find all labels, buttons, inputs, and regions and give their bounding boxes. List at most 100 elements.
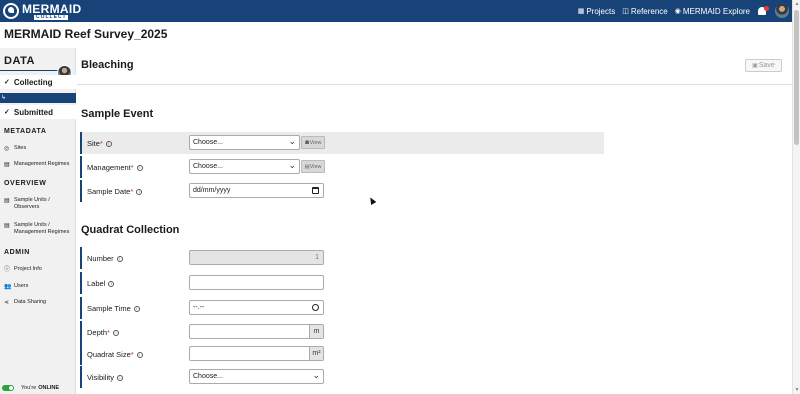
page-scrollbar[interactable]: ▲ ▼ [792, 0, 800, 394]
sample-date-label: Sample Date* i [87, 186, 143, 196]
sample-units-icon: ▤ [4, 198, 10, 204]
sample-time-label: Sample Time i [87, 304, 140, 313]
sidebar-active-subitem[interactable]: ↳ [0, 93, 76, 103]
sidebar-item-label: Data Sharing [14, 299, 47, 305]
explore-icon: ◉ [674, 8, 681, 15]
sidebar-section-admin: ADMIN [4, 249, 30, 256]
sidebar-section-metadata: METADATA [4, 128, 47, 135]
info-icon[interactable]: i [136, 351, 143, 358]
info-icon[interactable]: i [116, 255, 123, 262]
top-navbar: MERMAID COLLECT ▦ Projects ◫ Reference ◉… [0, 0, 800, 22]
sample-time-input[interactable]: --.-- [189, 300, 324, 315]
sidebar-item-users[interactable]: 👥 Users [4, 283, 74, 291]
quadrat-size-row: Quadrat Size* i m² [80, 343, 380, 365]
sidebar-item-data-sharing[interactable]: ⋖ Data Sharing [4, 299, 74, 307]
nav-explore-link[interactable]: ◉ MERMAID Explore [675, 7, 750, 16]
sample-time-label-text: Sample Time [87, 303, 131, 313]
sample-date-row: Sample Date* i dd/mm/yyyy [80, 180, 380, 202]
page-title: Bleaching [81, 59, 134, 71]
quadrat-collection-title: Quadrat Collection [81, 224, 180, 236]
info-icon[interactable]: i [116, 374, 123, 381]
online-toggle[interactable] [2, 385, 14, 391]
info-icon[interactable]: i [112, 329, 119, 336]
label-label: Label i [87, 279, 115, 288]
sites-icon: ◎ [4, 146, 10, 152]
scrollbar-thumb[interactable] [794, 10, 799, 145]
chevron-icon: ↳ [1, 95, 7, 101]
management-row: Management*i Choose... ▤View [80, 156, 380, 178]
sidebar-item-project-info[interactable]: ⓘ Project Info [4, 266, 74, 274]
collecting-check-icon: ✓ [4, 79, 10, 86]
site-view-button[interactable]: ☗ View [301, 136, 325, 149]
sidebar-item-sample-units-management[interactable]: ▤ Sample Units / Management Regimes [4, 222, 74, 237]
submitted-check-icon: ✓ [4, 109, 10, 116]
sidebar-item-label: Users [14, 283, 29, 289]
sidebar-item-label: Collecting [13, 77, 53, 87]
mermaid-logo[interactable]: MERMAID COLLECT [3, 0, 81, 22]
sample-date-placeholder: dd/mm/yyyy [193, 187, 231, 194]
site-select-value: Choose... [193, 139, 223, 146]
quadrat-size-label-text: Quadrat Size [87, 349, 131, 359]
sidebar-item-management-regimes[interactable]: ▤ Management Regimes [4, 161, 74, 169]
depth-label: Depth* i [87, 328, 119, 337]
sidebar-item-label: Sites [14, 145, 27, 151]
reference-icon: ◫ [622, 8, 629, 15]
sample-date-label-text: Sample Date [87, 186, 131, 196]
save-icon: ▣ [752, 63, 758, 69]
info-icon[interactable]: i [136, 188, 143, 195]
calendar-icon[interactable] [312, 187, 319, 194]
logo-title: MERMAID [22, 1, 82, 16]
quadrat-size-input[interactable]: m² [189, 346, 324, 361]
sample-time-placeholder: --.-- [193, 304, 205, 311]
required-mark: * [130, 349, 134, 359]
sample-date-input[interactable]: dd/mm/yyyy [189, 183, 324, 198]
sample-time-row: Sample Time i --.-- [80, 297, 380, 319]
site-label-text: Site [87, 138, 100, 148]
info-icon[interactable]: i [105, 140, 112, 147]
save-button[interactable]: ▣ Save [745, 59, 782, 72]
info-icon[interactable]: i [133, 305, 140, 312]
sidebar-divider [0, 70, 60, 71]
visibility-row: Visibility i Choose... [80, 366, 380, 388]
management-regimes-icon: ▤ [4, 162, 10, 168]
number-value: 1 [315, 254, 319, 261]
nav-explore-label: MERMAID Explore [682, 6, 750, 16]
site-select[interactable]: Choose... [189, 135, 300, 150]
view-label: View [309, 139, 322, 146]
required-mark: * [130, 186, 134, 196]
sidebar-section-overview: OVERVIEW [4, 180, 47, 187]
sidebar-item-label-line2: Management Regimes [14, 229, 70, 236]
scroll-down-arrow-icon[interactable]: ▼ [793, 386, 800, 394]
sidebar-item-sites[interactable]: ◎ Sites [4, 145, 74, 153]
clock-icon[interactable] [312, 304, 319, 311]
user-avatar[interactable] [775, 4, 789, 18]
sidebar-item-label: Project Info [14, 266, 42, 272]
nav-reference-link[interactable]: ◫ Reference [622, 7, 668, 16]
label-input[interactable] [189, 275, 324, 290]
projects-icon: ▦ [577, 8, 585, 15]
visibility-label-text: Visibility [87, 372, 114, 382]
sample-event-title: Sample Event [81, 108, 154, 120]
info-icon[interactable]: i [108, 280, 115, 287]
depth-label-text: Depth [87, 327, 108, 337]
sidebar-item-submitted[interactable]: ✓ Submitted [0, 105, 76, 119]
site-row: Site*i Choose... ☗View [80, 132, 604, 154]
sample-units-mr-icon: ▤ [4, 223, 10, 229]
sidebar-item-collecting[interactable]: ✓ Collecting [0, 75, 76, 89]
sidebar-header-data: DATA [4, 55, 35, 67]
scroll-up-arrow-icon[interactable]: ▲ [793, 0, 800, 8]
nav-projects-link[interactable]: ▦ Projects [578, 7, 616, 16]
page-header: Bleaching ▣ Save [77, 48, 792, 85]
site-label: Site* i [87, 139, 112, 148]
online-status-text: ONLINE [38, 385, 60, 391]
depth-input[interactable]: m [189, 324, 324, 339]
management-select[interactable]: Choose... [189, 159, 300, 174]
info-icon[interactable]: i [136, 164, 143, 171]
management-label-text: Management [87, 162, 131, 172]
top-nav-links: ▦ Projects ◫ Reference ◉ MERMAID Explore [578, 0, 800, 22]
visibility-select[interactable]: Choose... [189, 369, 324, 384]
management-view-button[interactable]: ▤ View [301, 160, 325, 173]
notifications-bell-icon[interactable] [757, 5, 769, 17]
sidebar-item-sample-units-observers[interactable]: ▤ Sample Units / Observers [4, 197, 74, 212]
sidebar-item-label-line1: Sample Units / [14, 222, 50, 228]
